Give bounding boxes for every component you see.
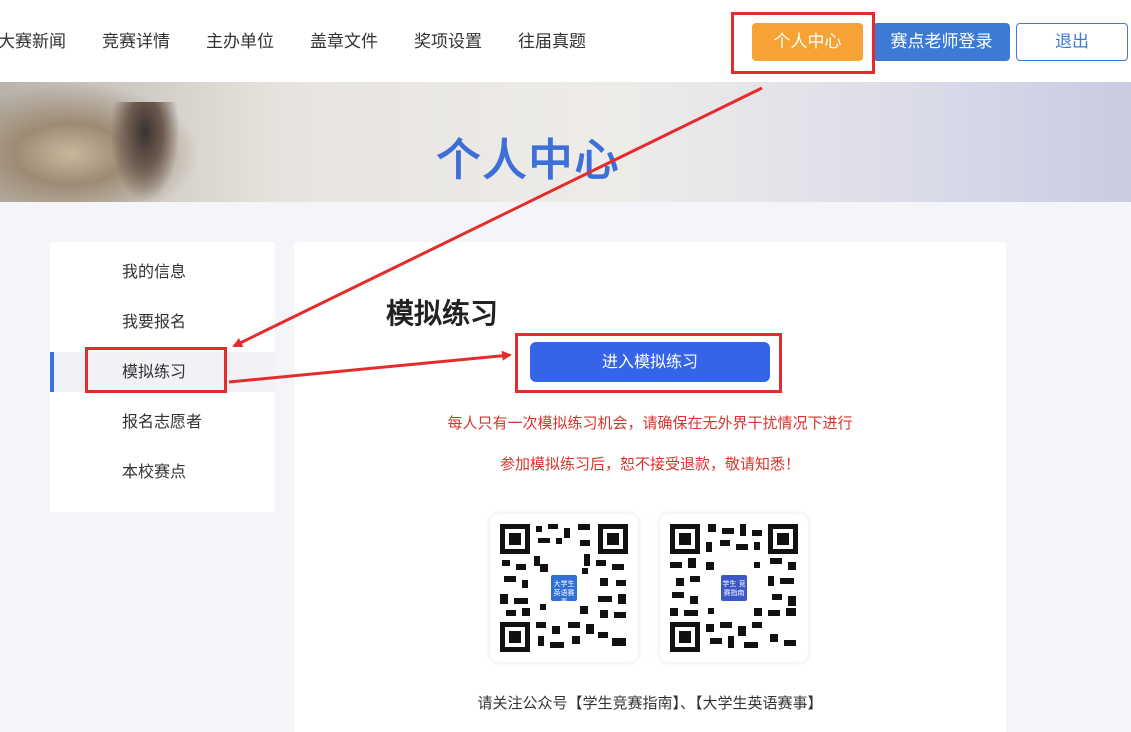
annotation-arrows bbox=[228, 86, 763, 384]
arrow-to-sidebar-item bbox=[232, 86, 763, 348]
arrow-to-enter-button bbox=[228, 350, 512, 384]
